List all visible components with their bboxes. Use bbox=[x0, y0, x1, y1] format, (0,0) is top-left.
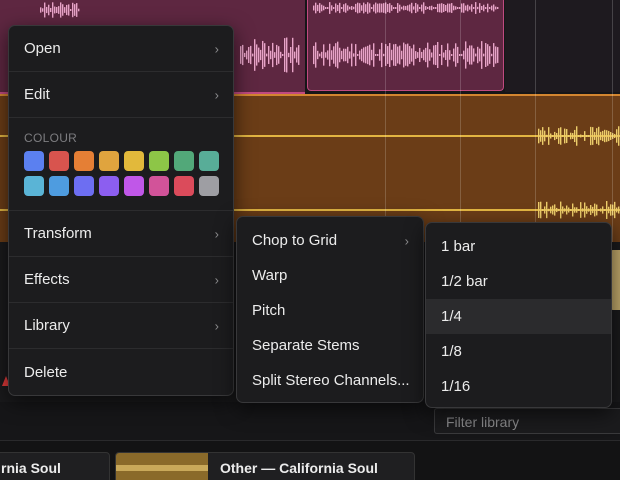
colour-swatch[interactable] bbox=[99, 176, 119, 196]
grid-line bbox=[385, 0, 386, 242]
grid-line bbox=[535, 0, 536, 242]
menu-item-grid-quarter[interactable]: 1/4 bbox=[426, 299, 611, 334]
menu-item-label: 1/16 bbox=[441, 378, 471, 395]
menu-item-label: 1 bar bbox=[441, 238, 476, 255]
menu-item-label: Effects bbox=[24, 271, 70, 288]
menu-item-chop-to-grid[interactable]: Chop to Grid › bbox=[237, 223, 423, 258]
chevron-right-icon: › bbox=[214, 272, 219, 287]
menu-item-warp[interactable]: Warp bbox=[237, 258, 423, 293]
colour-section-label: COLOUR bbox=[24, 131, 78, 145]
menu-item-edit[interactable]: Edit › bbox=[9, 72, 233, 118]
menu-item-pitch[interactable]: Pitch bbox=[237, 293, 423, 328]
menu-item-grid-sixteenth[interactable]: 1/16 bbox=[426, 369, 611, 404]
menu-item-label: Separate Stems bbox=[252, 337, 360, 354]
menu-item-transform[interactable]: Transform › bbox=[9, 211, 233, 257]
audio-clip-pink-2[interactable] bbox=[307, 0, 504, 91]
colour-swatch[interactable] bbox=[174, 176, 194, 196]
library-card-title: rnia Soul bbox=[1, 460, 61, 476]
empty-lane bbox=[505, 0, 620, 92]
library-card[interactable]: Other — California Soul bbox=[115, 452, 415, 480]
menu-item-split-stereo-channels[interactable]: Split Stereo Channels... bbox=[237, 363, 423, 398]
menu-item-grid-eighth[interactable]: 1/8 bbox=[426, 334, 611, 369]
menu-item-effects[interactable]: Effects › bbox=[9, 257, 233, 303]
menu-item-grid-1-bar[interactable]: 1 bar bbox=[426, 229, 611, 264]
colour-swatch[interactable] bbox=[74, 151, 94, 171]
menu-item-open[interactable]: Open › bbox=[9, 26, 233, 72]
colour-swatch[interactable] bbox=[199, 176, 219, 196]
colour-swatch[interactable] bbox=[174, 151, 194, 171]
colour-swatch[interactable] bbox=[149, 151, 169, 171]
menu-item-label: Edit bbox=[24, 86, 50, 103]
colour-swatch[interactable] bbox=[49, 176, 69, 196]
colour-swatch[interactable] bbox=[49, 151, 69, 171]
menu-item-label: 1/8 bbox=[441, 343, 462, 360]
colour-swatch[interactable] bbox=[124, 176, 144, 196]
menu-item-library[interactable]: Library › bbox=[9, 303, 233, 349]
chevron-right-icon: › bbox=[214, 41, 219, 56]
menu-item-label: 1/2 bar bbox=[441, 273, 488, 290]
menu-item-grid-half-bar[interactable]: 1/2 bar bbox=[426, 264, 611, 299]
menu-item-delete[interactable]: Delete bbox=[9, 349, 233, 395]
chevron-right-icon: › bbox=[404, 233, 409, 248]
menu-item-label: Warp bbox=[252, 267, 288, 284]
filter-library-input[interactable]: Filter library bbox=[434, 408, 620, 434]
clip-context-menu: Open › Edit › COLOUR Transform › Effects… bbox=[8, 25, 234, 396]
colour-swatch[interactable] bbox=[24, 151, 44, 171]
colour-swatch[interactable] bbox=[99, 151, 119, 171]
menu-item-label: Pitch bbox=[252, 302, 286, 319]
colour-section: COLOUR bbox=[9, 118, 233, 211]
menu-item-label: Open bbox=[24, 40, 61, 57]
grid-line bbox=[612, 0, 613, 242]
menu-item-label: Transform bbox=[24, 225, 92, 242]
menu-item-label: Chop to Grid bbox=[252, 232, 338, 249]
colour-swatch[interactable] bbox=[124, 151, 144, 171]
menu-item-label: Library bbox=[24, 317, 70, 334]
library-card[interactable]: rnia Soul bbox=[0, 452, 110, 480]
clip-thumbnail-edge bbox=[611, 250, 620, 310]
menu-item-label: 1/4 bbox=[441, 308, 462, 325]
grid-line bbox=[460, 0, 461, 242]
colour-swatch[interactable] bbox=[149, 176, 169, 196]
chevron-right-icon: › bbox=[214, 318, 219, 333]
colour-swatch[interactable] bbox=[74, 176, 94, 196]
menu-item-label: Split Stereo Channels... bbox=[252, 372, 410, 389]
transform-submenu: Chop to Grid › Warp Pitch Separate Stems… bbox=[236, 216, 424, 403]
waveform-pink-2 bbox=[313, 2, 499, 69]
colour-swatch[interactable] bbox=[24, 176, 44, 196]
menu-item-separate-stems[interactable]: Separate Stems bbox=[237, 328, 423, 363]
chevron-right-icon: › bbox=[214, 87, 219, 102]
library-card-thumbnail bbox=[116, 453, 208, 480]
colour-swatch-grid bbox=[24, 151, 219, 196]
menu-item-label: Delete bbox=[24, 363, 68, 381]
colour-swatch[interactable] bbox=[199, 151, 219, 171]
chevron-right-icon: › bbox=[214, 226, 219, 241]
library-card-title: Other — California Soul bbox=[220, 460, 378, 476]
chop-grid-submenu: 1 bar 1/2 bar 1/4 1/8 1/16 bbox=[425, 222, 612, 408]
